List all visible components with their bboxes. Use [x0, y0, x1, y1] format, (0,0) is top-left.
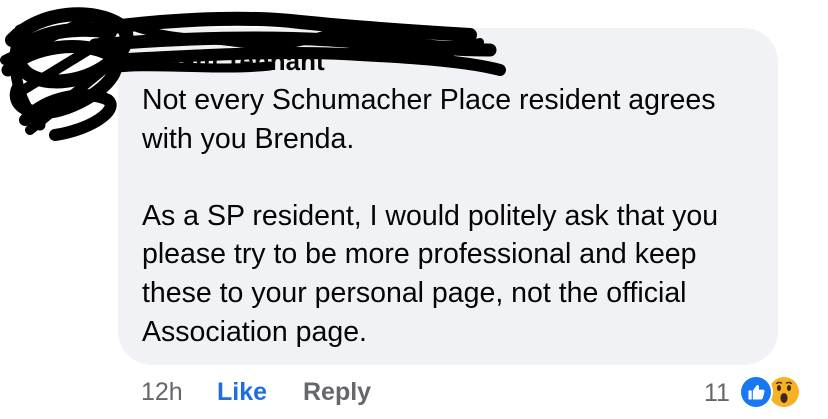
comment-paragraph: Not every Schumacher Place resident agre… [142, 84, 716, 155]
reaction-summary[interactable]: 11 [702, 374, 812, 410]
comment-bubble: Adam Tennant Not every Schumacher Place … [118, 28, 778, 365]
reply-button[interactable]: Reply [303, 378, 371, 407]
comment-text: Not every Schumacher Place resident agre… [142, 81, 772, 351]
comment-timestamp[interactable]: 12h [141, 378, 183, 407]
comment-paragraph: As a SP resident, I would politely ask t… [142, 199, 719, 348]
reaction-count: 11 [704, 379, 730, 407]
like-button[interactable]: Like [217, 378, 267, 407]
comment-actions: 12h Like Reply 11 [0, 374, 828, 414]
like-reaction-icon [739, 375, 773, 409]
comment-author-name[interactable]: Adam Tennant [146, 46, 325, 77]
